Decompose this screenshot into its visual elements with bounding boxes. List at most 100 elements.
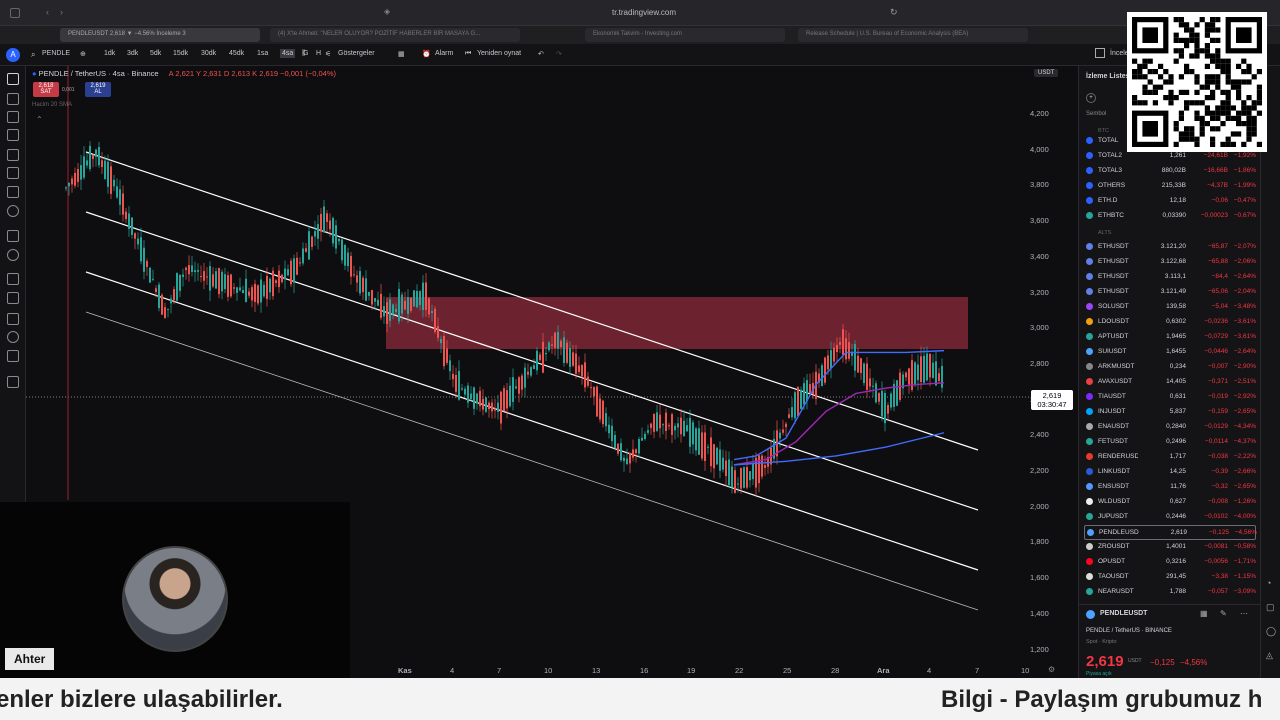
watchlist-row[interactable]: JUPUSDT 0,2446 −0,0102 −4,00% [1084,510,1256,525]
watchlist-header[interactable]: İzleme Listesi [1086,73,1132,80]
notifications-icon[interactable]: ◬ [1266,650,1273,661]
tab-x[interactable]: (4) X'te Ahmeti: "NELER OLUYOR? POZİTİF … [270,28,520,42]
text-icon[interactable] [7,186,19,198]
trendline-icon[interactable] [7,93,19,105]
stay-drawing-icon[interactable] [7,292,19,304]
watchlist-row[interactable]: LDOUSDT 0,6302 −0,0236 −3,61% [1084,315,1256,330]
trash-icon[interactable] [7,376,19,388]
watchlist-row[interactable]: ETHUSDT 3.121,49 −65,06 −2,04% [1084,285,1256,300]
replay-button[interactable]: Yeniden oynat [477,50,521,57]
section-alts[interactable]: ALTS [1098,230,1111,236]
back-icon[interactable]: ‹ [46,7,49,17]
pattern-icon[interactable] [7,129,19,141]
watchlist-row[interactable]: ETHUSDT 3.121,20 −65,87 −2,07% [1084,240,1256,255]
watchlist-row[interactable]: SUIUSDT 1,6455 −0,0446 −2,64% [1084,345,1256,360]
watchlist-row[interactable]: APTUSDT 1,9465 −0,0729 −3,61% [1084,330,1256,345]
watchlist-row[interactable]: NEARUSDT 1,788 −0,057 −3,09% [1084,585,1256,600]
emoji-icon[interactable] [7,205,19,217]
watchlist-row[interactable]: FETUSDT 0,2496 −0,0114 −4,37% [1084,435,1256,450]
avatar[interactable]: A [6,48,20,62]
watchlist-toggle-icon[interactable] [1095,48,1105,58]
chart-type-icon[interactable]: ⫼ [302,50,305,58]
link-icon[interactable] [7,350,19,362]
interval-H[interactable]: H [316,50,321,57]
qr-module [1173,126,1179,132]
collapse-legend-icon[interactable]: ⌃ [36,115,43,124]
watchlist-row[interactable]: TAOUSDT 291,45 −3,38 −1,15% [1084,570,1256,585]
reload-icon[interactable]: ↻ [890,7,898,18]
sidebar-toggle-icon[interactable] [10,8,20,18]
data-window-icon[interactable]: ◔ [1266,578,1271,588]
currency-select[interactable]: USDT [1034,69,1059,77]
ruler-icon[interactable] [7,230,19,242]
interval-5dk[interactable]: 5dk [150,50,161,57]
shapes-icon[interactable] [7,167,19,179]
watchlist-row[interactable]: ETH.D 12,18 −0,06 −0,47% [1084,194,1256,209]
crosshair-icon[interactable] [7,73,19,85]
forward-icon[interactable]: › [60,7,63,17]
grid-icon[interactable]: ▦ [1200,609,1208,618]
candle-body [275,280,277,283]
alarm-icon[interactable]: ⏰ [422,50,431,58]
undo-icon[interactable]: ↶ [538,50,544,58]
watchlist-row[interactable]: ENSUSDT 11,76 −0,32 −2,65% [1084,480,1256,495]
watchlist-row[interactable]: ZROUSDT 1,4001 −0,0081 −0,58% [1084,540,1256,555]
symbol-search[interactable]: PENDLE [42,50,70,57]
eye-icon[interactable] [7,331,19,343]
tab-tradingview[interactable]: PENDLEUSDT 2,618 ▼ −4.56% İnceleme 3 [60,28,260,42]
watchlist-row[interactable]: ARKMUSDT 0,234 −0,007 −2,90% [1084,360,1256,375]
watchlist-row[interactable]: SOLUSDT 139,58 −5,04 −3,48% [1084,300,1256,315]
watchlist-row[interactable]: WLDUSDT 0,627 −0,008 −1,26% [1084,495,1256,510]
interval-1sa[interactable]: 1sa [257,50,268,57]
interval-4sa[interactable]: 4sa [280,49,296,58]
alarm-button[interactable]: Alarm [435,50,453,57]
watchlist-row[interactable]: OTHERS 215,33B −4,37B −1,99% [1084,179,1256,194]
lock-icon[interactable] [7,313,19,325]
add-symbol-icon[interactable]: ⊕ [80,50,86,58]
legend-title[interactable]: PENDLE / TetherUS · 4sa · Binance [39,69,159,78]
url-bar[interactable]: tr.tradingview.com [612,8,676,17]
watchlist-row[interactable]: PENDLEUSDT 2,619 −0,125 −4,56% [1084,525,1257,540]
watchlist-row[interactable]: ETHUSDT 3.113,1 −84,4 −2,64% [1084,270,1256,285]
watchlist-row[interactable]: TIAUSDT 0,631 −0,019 −2,92% [1084,390,1256,405]
hotlist-icon[interactable]: ▢ [1266,602,1275,613]
volume-legend[interactable]: Hacim 20 SMA [32,102,72,108]
layouts-icon[interactable]: ▦ [398,50,405,58]
indicators-icon[interactable]: ⚟ [325,50,331,58]
magnet-icon[interactable] [7,273,19,285]
details-symbol[interactable]: PENDLEUSDT [1100,610,1147,617]
watchlist-row[interactable]: INJUSDT 5,837 −0,159 −2,65% [1084,405,1256,420]
tab-bea[interactable]: Release Schedule | U.S. Bureau of Econom… [798,28,1028,42]
forecast-icon[interactable] [7,149,19,161]
watchlist-row[interactable]: ETHUSDT 3.122,68 −65,88 −2,06% [1084,255,1256,270]
replay-icon[interactable]: ⏮ [465,50,471,58]
add-column-icon[interactable]: + [1086,93,1096,103]
watchlist-row[interactable]: OPUSDT 0,3216 −0,0056 −1,71% [1084,555,1256,570]
interval-30dk[interactable]: 30dk [201,50,216,57]
indicators-button[interactable]: Göstergeler [338,50,375,57]
watchlist-row[interactable]: ENAUSDT 0,2840 −0,0129 −4,34% [1084,420,1256,435]
redo-icon[interactable]: ↷ [556,50,562,58]
sell-button[interactable]: 2,618 SAT [33,82,59,97]
watchlist-row[interactable]: AVAXUSDT 14,405 −0,371 −2,51% [1084,375,1256,390]
fib-icon[interactable] [7,111,19,123]
edit-icon[interactable]: ✎ [1220,609,1227,618]
interval-45dk[interactable]: 45dk [229,50,244,57]
interval-1dk[interactable]: 1dk [104,50,115,57]
buy-button[interactable]: 2,619 AL [85,82,111,97]
settings-gear-icon[interactable]: ⚙ [1048,665,1055,674]
interval-3dk[interactable]: 3dk [127,50,138,57]
watchlist-row[interactable]: RENDERUSDT 1,717 −0,038 −2,22% [1084,450,1256,465]
candle-body [608,424,610,434]
interval-15dk[interactable]: 15dk [173,50,188,57]
chat-icon[interactable]: ◯ [1266,626,1276,637]
watchlist-row[interactable]: TOTAL3 880,02B −16,66B −1,86% [1084,164,1256,179]
row-pct: −0,58% [1233,543,1256,550]
symbol-column-header[interactable]: Sembol [1086,111,1106,117]
watchlist-row[interactable]: ETHBTC 0,03390 −0,00023 −0,67% [1084,209,1256,224]
more-icon[interactable]: ⋯ [1240,609,1248,618]
search-icon[interactable]: ⌕ [31,50,35,60]
watchlist-row[interactable]: LINKUSDT 14,25 −0,39 −2,66% [1084,465,1256,480]
tab-investing[interactable]: Ekonomik Takvim - Investing.com [585,28,785,42]
zoom-icon[interactable] [7,249,19,261]
